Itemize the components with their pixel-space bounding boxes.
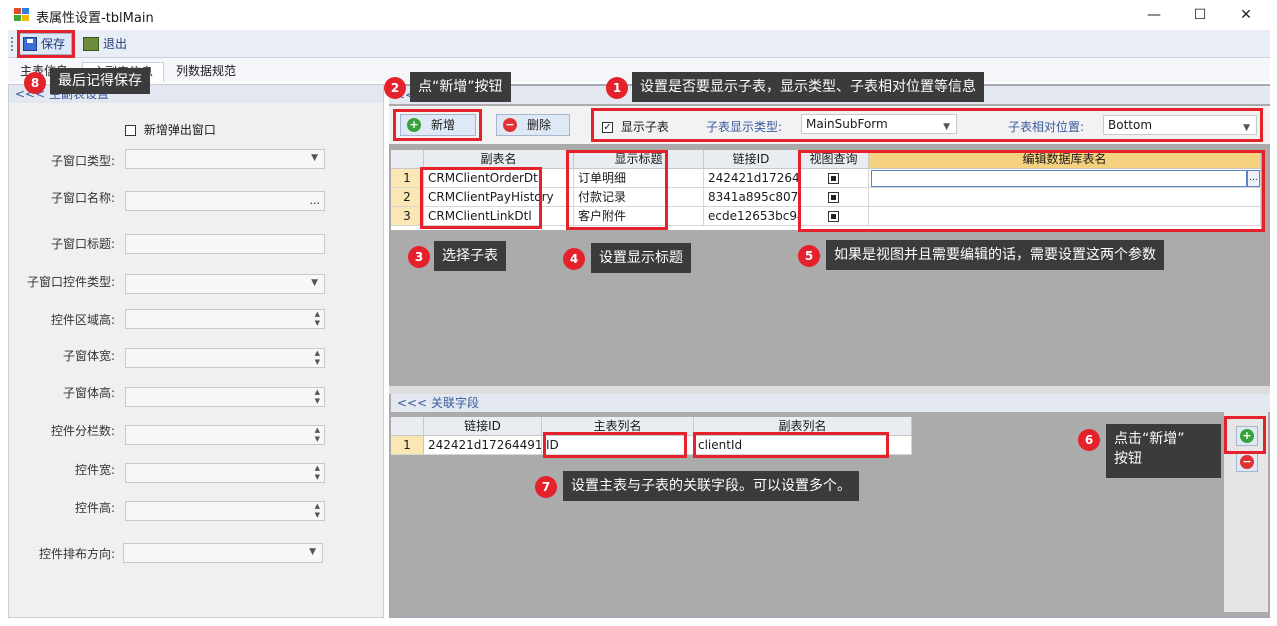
step-badge: 6 xyxy=(1078,429,1100,451)
highlight-display-titles xyxy=(566,150,668,230)
layout-direction-select[interactable]: ▼ xyxy=(123,543,323,563)
dropdown-arrow-icon: ▼ xyxy=(311,153,318,163)
annotation-callout: 设置主表与子表的关联字段。可以设置多个。 xyxy=(563,471,859,501)
field-label: 子窗体高: xyxy=(62,386,115,400)
highlight-subtable-names xyxy=(420,167,542,229)
step-badge: 8 xyxy=(24,72,46,94)
delete-subtable-button[interactable]: − 删除 xyxy=(496,114,570,136)
app-icon xyxy=(14,8,30,22)
subform-width-stepper[interactable]: ▲ ▼ xyxy=(125,348,325,368)
minus-icon: − xyxy=(1240,455,1254,469)
grid-corner xyxy=(391,417,424,436)
spin-arrows-icon[interactable]: ▲ ▼ xyxy=(315,426,320,444)
delete-label: 删除 xyxy=(527,118,552,132)
annotation-line: 按钮 xyxy=(1114,451,1142,467)
delete-link-button[interactable]: − xyxy=(1236,452,1258,472)
row-number[interactable]: 1 xyxy=(391,436,424,455)
link-id-cell[interactable]: 242421d172644910 xyxy=(424,436,542,455)
popup-checkbox[interactable] xyxy=(125,125,136,136)
spin-arrows-icon[interactable]: ▲ ▼ xyxy=(315,349,320,367)
main-toolbar: 保存 退出 xyxy=(8,30,1270,58)
popup-checkbox-row[interactable]: 新增弹出窗口 xyxy=(125,121,216,138)
grip-icon xyxy=(11,37,14,51)
column-header[interactable]: 链接ID xyxy=(424,417,542,436)
field-label: 子窗体宽: xyxy=(62,349,115,363)
field-label: 控件分栏数: xyxy=(50,424,115,438)
annotation-callout: 点击“新增” 按钮 xyxy=(1106,424,1221,478)
column-header[interactable]: 链接ID xyxy=(704,150,799,169)
dropdown-arrow-icon: ▼ xyxy=(311,278,318,288)
tab-column-rules[interactable]: 列数据规范 xyxy=(166,62,246,82)
annotation-callout: 最后记得保存 xyxy=(50,68,150,94)
field-label: 子窗口类型: xyxy=(50,154,115,168)
subwindow-name-input[interactable]: ... xyxy=(125,191,325,211)
exit-label: 退出 xyxy=(103,37,128,51)
annotation-callout: 选择子表 xyxy=(434,241,506,271)
minimize-button[interactable]: — xyxy=(1131,0,1177,30)
annotation-callout: 点“新增”按钮 xyxy=(410,72,511,102)
popup-label: 新增弹出窗口 xyxy=(143,123,216,137)
link-id-cell[interactable]: 8341a895c8074 xyxy=(704,188,799,207)
step-badge: 3 xyxy=(408,246,430,268)
highlight-add-link xyxy=(1224,416,1266,454)
spin-arrows-icon[interactable]: ▲ ▼ xyxy=(315,464,320,482)
step-badge: 2 xyxy=(384,77,406,99)
annotation-callout: 设置是否要显示子表，显示类型、子表相对位置等信息 xyxy=(632,72,984,102)
control-area-height-stepper[interactable]: ▲ ▼ xyxy=(125,309,325,329)
step-badge: 1 xyxy=(606,77,628,99)
window-title: 表属性设置-tblMain xyxy=(36,11,154,26)
dropdown-arrow-icon: ▼ xyxy=(309,547,316,557)
highlight-save xyxy=(17,30,75,58)
highlight-view-edit xyxy=(798,150,1265,232)
field-label: 控件排布方向: xyxy=(38,547,115,561)
link-fields-header[interactable]: <<< 关联字段 xyxy=(391,394,1270,412)
exit-button[interactable]: 退出 xyxy=(80,33,134,55)
step-badge: 5 xyxy=(798,245,820,267)
spin-arrows-icon[interactable]: ▲ ▼ xyxy=(315,388,320,406)
left-panel: <<< 主副表设置 新增弹出窗口 子窗口类型: ▼ 子窗口名称: ... 子窗口… xyxy=(8,84,384,618)
step-badge: 7 xyxy=(535,476,557,498)
spin-arrows-icon[interactable]: ▲ ▼ xyxy=(315,310,320,328)
field-label: 控件区域高: xyxy=(50,313,115,327)
close-button[interactable]: ✕ xyxy=(1223,0,1269,30)
step-badge: 4 xyxy=(563,248,585,270)
ellipsis-button[interactable]: ... xyxy=(310,194,321,207)
annotation-line: 点击“新增” xyxy=(1114,431,1185,447)
field-label: 子窗口标题: xyxy=(50,237,115,251)
annotation-callout: 设置显示标题 xyxy=(591,243,691,273)
field-label: 控件高: xyxy=(74,501,115,515)
highlight-sub-column xyxy=(693,432,889,458)
subwindow-type-select[interactable]: ▼ xyxy=(125,149,325,169)
spin-arrows-icon[interactable]: ▲ ▼ xyxy=(315,502,320,520)
highlight-add xyxy=(393,109,482,141)
annotation-callout: 如果是视图并且需要编辑的话，需要设置这两个参数 xyxy=(826,240,1164,270)
link-id-cell[interactable]: ecde12653bc94 xyxy=(704,207,799,226)
panel-splitter[interactable] xyxy=(389,386,1270,394)
control-height-stepper[interactable]: ▲ ▼ xyxy=(125,501,325,521)
title-bar: 表属性设置-tblMain — ☐ ✕ xyxy=(0,0,1277,30)
field-label: 控件宽: xyxy=(74,463,115,477)
column-count-stepper[interactable]: ▲ ▼ xyxy=(125,425,325,445)
highlight-main-column xyxy=(543,432,687,458)
highlight-subtable-options xyxy=(591,108,1263,142)
control-width-stepper[interactable]: ▲ ▼ xyxy=(125,463,325,483)
subform-height-stepper[interactable]: ▲ ▼ xyxy=(125,387,325,407)
field-label: 子窗口名称: xyxy=(50,191,115,205)
field-label: 子窗口控件类型: xyxy=(26,275,115,289)
exit-icon xyxy=(83,37,99,51)
subwindow-title-input[interactable] xyxy=(125,234,325,254)
link-id-cell[interactable]: 242421d172644 xyxy=(704,169,799,188)
control-type-select[interactable]: ▼ xyxy=(125,274,325,294)
minus-icon: − xyxy=(503,118,517,132)
maximize-button[interactable]: ☐ xyxy=(1177,0,1223,30)
